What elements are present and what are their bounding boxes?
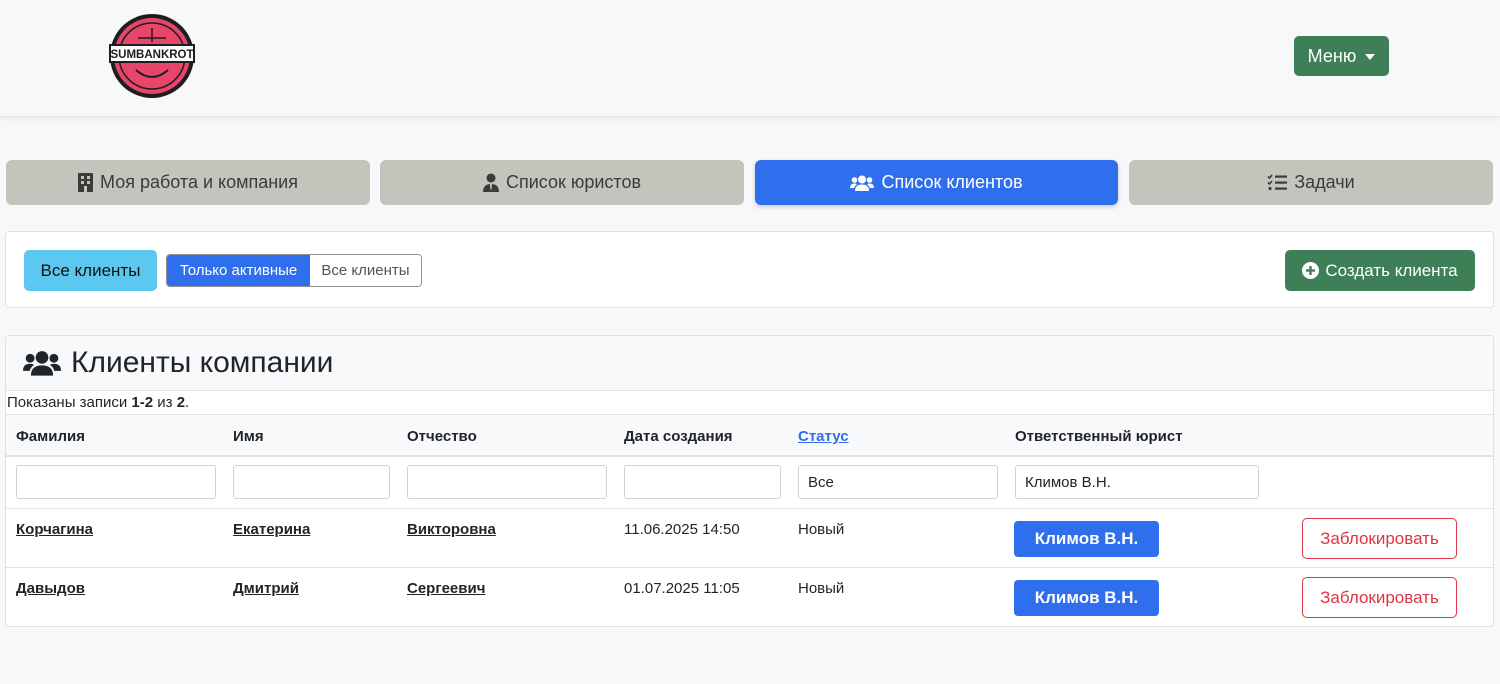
client-patronymic-link[interactable]: Сергеевич — [407, 580, 485, 597]
block-client-button[interactable]: Заблокировать — [1302, 577, 1457, 618]
tasks-list-icon — [1267, 174, 1288, 191]
block-client-button[interactable]: Заблокировать — [1302, 518, 1457, 559]
records-summary: Показаны записи 1-2 из 2. — [7, 394, 190, 411]
lawyer-button[interactable]: Климов В.Н. — [1014, 580, 1159, 616]
table-card-header: Клиенты компании — [6, 336, 1493, 391]
client-surname-link[interactable]: Корчагина — [16, 521, 93, 538]
tab-my-work[interactable]: Моя работа и компания — [6, 160, 370, 205]
table-header-row: Фамилия Имя Отчество Дата создания Стату… — [6, 414, 1493, 457]
filter-toolbar: Все клиенты Только активные Все клиенты … — [5, 231, 1494, 308]
tab-lawyers[interactable]: Список юристов — [380, 160, 744, 205]
tab-clients[interactable]: Список клиентов — [755, 160, 1118, 205]
table-filter-row: Все Климов В.Н. — [6, 457, 1493, 509]
tab-tasks[interactable]: Задачи — [1129, 160, 1493, 205]
create-client-label: Создать клиента — [1325, 260, 1458, 280]
client-name-link[interactable]: Екатерина — [233, 521, 310, 538]
all-clients-badge[interactable]: Все клиенты — [24, 250, 157, 291]
column-header-patronymic: Отчество — [407, 428, 477, 445]
status-text: Новый — [798, 580, 845, 597]
plus-circle-icon — [1302, 262, 1320, 279]
menu-dropdown-button[interactable]: Меню — [1294, 36, 1389, 76]
table-row: Корчагина Екатерина Викторовна 11.06.202… — [6, 509, 1493, 568]
column-header-status-sort[interactable]: Статус — [798, 428, 849, 445]
tab-label: Список клиентов — [881, 172, 1023, 192]
client-name-link[interactable]: Дмитрий — [233, 580, 299, 597]
created-date: 01.07.2025 11:05 — [624, 580, 740, 597]
page-title: Клиенты компании — [71, 346, 334, 379]
table-row: Давыдов Дмитрий Сергеевич 01.07.2025 11:… — [6, 568, 1493, 626]
caret-down-icon — [1365, 54, 1376, 60]
only-active-button[interactable]: Только активные — [167, 255, 310, 286]
top-navbar: SUMBANKROT Меню — [0, 0, 1500, 117]
column-header-lawyer: Ответственный юрист — [1015, 428, 1183, 445]
lawyer-button[interactable]: Климов В.Н. — [1014, 521, 1159, 557]
company-logo[interactable]: SUMBANKROT — [108, 12, 196, 100]
client-surname-link[interactable]: Давыдов — [16, 580, 85, 597]
create-client-button[interactable]: Создать клиента — [1285, 250, 1475, 291]
active-filter-toggle: Только активные Все клиенты — [166, 254, 422, 287]
clients-table-card: Клиенты компании Показаны записи 1-2 из … — [5, 335, 1494, 627]
created-date: 11.06.2025 14:50 — [624, 521, 740, 538]
users-icon — [23, 351, 61, 376]
user-tie-icon — [482, 173, 499, 192]
all-clients-button[interactable]: Все клиенты — [310, 255, 421, 286]
svg-text:SUMBANKROT: SUMBANKROT — [110, 49, 193, 61]
tab-label: Задачи — [1294, 172, 1355, 192]
tab-label: Список юристов — [505, 172, 642, 192]
column-header-surname: Фамилия — [16, 428, 85, 445]
users-icon — [850, 175, 875, 191]
building-icon — [78, 173, 93, 192]
column-header-created: Дата создания — [624, 428, 733, 445]
surname-filter-input[interactable] — [16, 465, 216, 499]
column-header-name: Имя — [233, 428, 264, 445]
status-filter-select[interactable]: Все — [798, 465, 998, 499]
menu-button-label: Меню — [1307, 45, 1357, 66]
status-text: Новый — [798, 521, 845, 538]
patronymic-filter-input[interactable] — [407, 465, 607, 499]
name-filter-input[interactable] — [233, 465, 390, 499]
tab-label: Моя работа и компания — [100, 172, 298, 192]
created-filter-input[interactable] — [624, 465, 781, 499]
client-patronymic-link[interactable]: Викторовна — [407, 521, 496, 538]
lawyer-filter-select[interactable]: Климов В.Н. — [1015, 465, 1259, 499]
